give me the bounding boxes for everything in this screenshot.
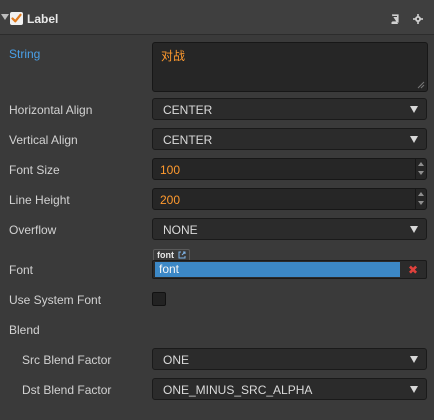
component-enabled-checkbox[interactable] xyxy=(10,12,23,25)
decrement-arrow-icon[interactable] xyxy=(418,201,424,205)
src-blend-factor-value: ONE xyxy=(163,353,190,367)
use-system-font-label: Use System Font xyxy=(9,293,102,307)
increment-arrow-icon[interactable] xyxy=(418,162,424,166)
blend-label: Blend xyxy=(9,323,40,337)
src-blend-factor-select[interactable]: ONE xyxy=(152,348,427,370)
font-size-stepper[interactable] xyxy=(415,159,426,179)
string-label: String xyxy=(9,47,41,61)
line-height-stepper[interactable] xyxy=(415,189,426,209)
decrement-arrow-icon[interactable] xyxy=(418,171,424,175)
vertical-align-select[interactable]: CENTER xyxy=(152,128,427,150)
font-size-value: 100 xyxy=(160,163,181,177)
font-asset-type: font xyxy=(157,250,174,260)
horizontal-align-select[interactable]: CENTER xyxy=(152,98,427,120)
component-title: Label xyxy=(27,12,59,26)
font-asset-value: font xyxy=(155,262,400,277)
line-height-value: 200 xyxy=(160,193,181,207)
component-header: Label xyxy=(0,0,434,35)
chevron-down-icon xyxy=(410,356,418,363)
line-height-label: Line Height xyxy=(9,193,70,207)
dst-blend-factor-label: Dst Blend Factor xyxy=(22,383,112,397)
vertical-align-label: Vertical Align xyxy=(9,133,78,147)
chevron-down-icon xyxy=(410,136,418,143)
overflow-label: Overflow xyxy=(9,223,57,237)
horizontal-align-value: CENTER xyxy=(163,103,213,117)
use-system-font-checkbox[interactable] xyxy=(152,292,166,306)
overflow-value: NONE xyxy=(163,223,198,237)
string-value: 对战 xyxy=(161,49,186,63)
chevron-down-icon xyxy=(410,106,418,113)
vertical-align-value: CENTER xyxy=(163,133,213,147)
font-size-input[interactable]: 100 xyxy=(152,158,427,180)
chevron-down-icon xyxy=(410,386,418,393)
book-icon[interactable] xyxy=(390,14,400,24)
line-height-input[interactable]: 200 xyxy=(152,188,427,210)
checkmark-icon xyxy=(11,13,22,23)
collapse-arrow-icon[interactable] xyxy=(1,14,9,20)
dst-blend-factor-select[interactable]: ONE_MINUS_SRC_ALPHA xyxy=(152,378,427,400)
increment-arrow-icon[interactable] xyxy=(418,192,424,196)
string-textarea[interactable]: 对战 xyxy=(152,42,428,92)
font-size-label: Font Size xyxy=(9,163,60,177)
horizontal-align-label: Horizontal Align xyxy=(9,103,93,117)
font-asset-field[interactable]: font ✖ xyxy=(152,260,427,279)
src-blend-factor-label: Src Blend Factor xyxy=(22,353,112,367)
external-link-icon[interactable] xyxy=(178,251,186,259)
gear-icon[interactable] xyxy=(413,14,423,24)
dst-blend-factor-value: ONE_MINUS_SRC_ALPHA xyxy=(163,383,313,397)
font-label: Font xyxy=(9,263,34,277)
resize-grip-icon[interactable] xyxy=(417,81,425,89)
overflow-select[interactable]: NONE xyxy=(152,218,427,240)
clear-icon[interactable]: ✖ xyxy=(408,264,418,276)
chevron-down-icon xyxy=(410,226,418,233)
